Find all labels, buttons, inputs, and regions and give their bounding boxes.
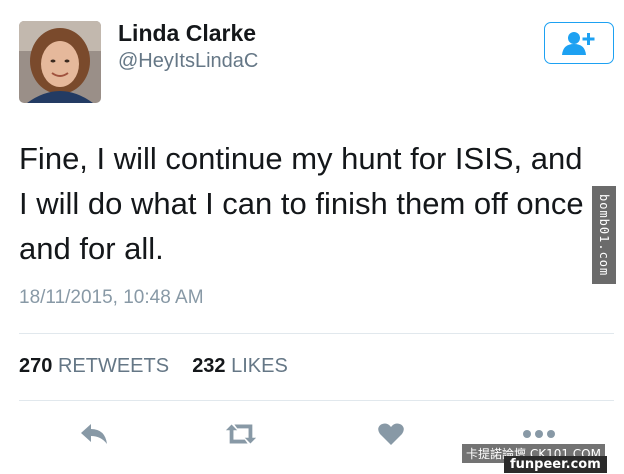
divider: [19, 333, 614, 334]
user-handle[interactable]: @HeyItsLindaC: [118, 50, 258, 73]
likes-label[interactable]: LIKES: [231, 355, 288, 377]
tweet-text: Fine, I will continue my hunt for ISIS, …: [19, 141, 584, 266]
reply-button[interactable]: [77, 420, 111, 448]
likes-count[interactable]: 232: [192, 355, 225, 377]
heart-icon: [378, 423, 404, 445]
retweets-count[interactable]: 270: [19, 355, 52, 377]
like-button[interactable]: [374, 420, 408, 448]
tweet-timestamp[interactable]: 18/11/2015, 10:48 AM: [19, 287, 204, 309]
display-name[interactable]: Linda Clarke: [118, 20, 256, 47]
side-watermark: bomb01.com: [592, 186, 616, 284]
retweets-label[interactable]: RETWEETS: [58, 355, 169, 377]
avatar[interactable]: [19, 21, 101, 103]
bottom-watermark-funpeer: funpeer.com: [504, 456, 607, 473]
divider: [19, 400, 614, 401]
reply-icon: [81, 424, 107, 444]
tweet-stats: 270 RETWEETS 232 LIKES: [19, 355, 288, 378]
follow-button[interactable]: [544, 22, 614, 64]
side-watermark-text: bomb01.com: [597, 193, 611, 277]
retweet-icon: [225, 424, 257, 444]
retweet-button[interactable]: [224, 420, 258, 448]
more-dots-icon: [523, 430, 555, 438]
follow-person-plus-icon: [562, 32, 595, 55]
